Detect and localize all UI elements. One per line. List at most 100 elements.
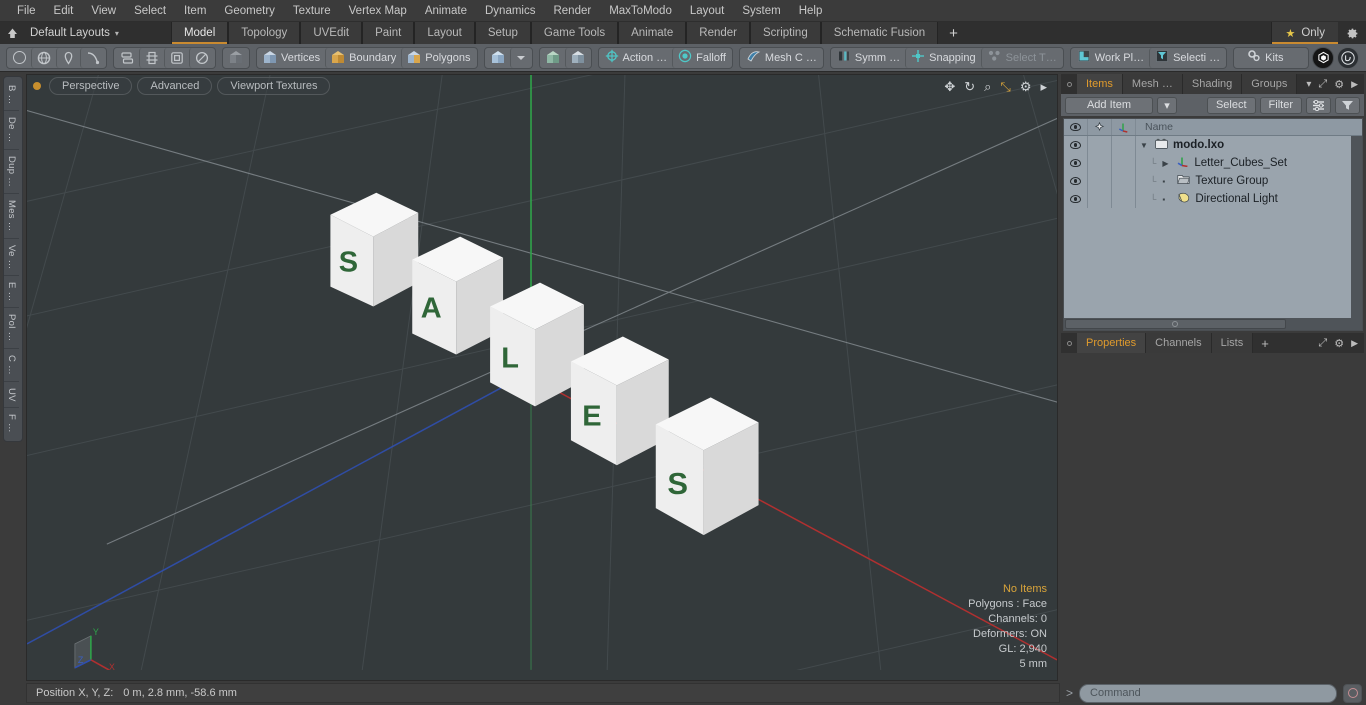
fit-icon[interactable]: ⤡ — [1000, 80, 1010, 93]
row-lock-cell[interactable] — [1088, 190, 1112, 208]
panel-tab-shading[interactable]: Shading — [1182, 74, 1243, 94]
selection-mode-polygons[interactable]: Polygons — [401, 47, 475, 68]
only-button[interactable]: ★ Only — [1271, 22, 1338, 44]
add-tab-button[interactable]: + — [938, 22, 969, 44]
vtab-duplicate[interactable]: Dup … — [4, 150, 19, 194]
vtab-mesh[interactable]: Mes … — [4, 194, 19, 239]
row-visibility-toggle[interactable] — [1064, 136, 1088, 154]
vtab-curve[interactable]: C … — [4, 349, 19, 382]
snapping-button[interactable]: Snapping — [905, 47, 981, 68]
panel-tab-properties[interactable]: Properties — [1077, 333, 1147, 353]
row-lock-cell[interactable] — [1088, 154, 1112, 172]
unity-icon[interactable] — [1312, 46, 1334, 69]
stack-icon[interactable] — [115, 48, 139, 68]
workplane-button[interactable]: Work Pl… — [1072, 48, 1149, 68]
add-panel-tab-button[interactable]: + — [1253, 333, 1277, 353]
tab-scripting[interactable]: Scripting — [749, 22, 821, 44]
pan-icon[interactable]: ✥ — [944, 80, 955, 93]
vtab-polygon[interactable]: Pol … — [4, 308, 19, 349]
cube-gray-icon[interactable] — [224, 48, 248, 68]
menu-item-geometry[interactable]: Geometry — [215, 2, 284, 20]
panel-tab-groups[interactable]: Groups — [1242, 74, 1298, 94]
menu-item-select[interactable]: Select — [125, 2, 175, 20]
tab-paint[interactable]: Paint — [362, 22, 415, 44]
gear-icon[interactable]: ⚙ — [1334, 337, 1344, 350]
gear-icon[interactable] — [1338, 22, 1366, 44]
vtab-vertex[interactable]: Ve … — [4, 239, 19, 276]
circle-icon[interactable] — [8, 48, 31, 68]
panel-tab-lists[interactable]: Lists — [1211, 333, 1254, 353]
selection-set-button[interactable]: Selecti … — [1149, 47, 1225, 68]
menu-item-animate[interactable]: Animate — [416, 2, 476, 20]
list-options-icon[interactable] — [1306, 96, 1331, 114]
item-tree-hscrollbar[interactable] — [1064, 318, 1362, 330]
vtab-basic[interactable]: B … — [4, 79, 19, 112]
row-name-cell[interactable]: ▼ modo.lxo — [1136, 138, 1362, 152]
tab-model[interactable]: Model — [170, 22, 229, 44]
viewport-menu-dot[interactable] — [33, 82, 41, 90]
tab-layout[interactable]: Layout — [414, 22, 475, 44]
menu-item-vertex-map[interactable]: Vertex Map — [340, 2, 416, 20]
record-icon[interactable] — [1343, 683, 1362, 703]
row-lock-cell[interactable] — [1088, 136, 1112, 154]
tab-topology[interactable]: Topology — [228, 22, 301, 44]
symmetry-button[interactable]: Symm … — [832, 48, 905, 68]
kits-button[interactable]: Kits — [1235, 48, 1307, 68]
pen-icon[interactable] — [56, 47, 80, 68]
tab-setup[interactable]: Setup — [474, 22, 531, 44]
panel-menu-dot[interactable] — [1061, 74, 1077, 94]
play-icon[interactable]: ▶ — [1351, 338, 1358, 349]
table-row[interactable]: └ ▶ Letter_Cubes_Set — [1064, 154, 1362, 172]
table-row[interactable]: └ ▪ Directional Light — [1064, 190, 1362, 208]
zoom-icon[interactable]: ⌕ — [984, 80, 991, 93]
menu-item-help[interactable]: Help — [790, 2, 832, 20]
panel-tab-mesh[interactable]: Mesh … — [1122, 74, 1183, 94]
vtab-fusion[interactable]: F … — [4, 408, 19, 439]
tab-schematic-fusion[interactable]: Schematic Fusion — [820, 22, 939, 44]
row-name-cell[interactable]: └ ▶ Letter_Cubes_Set — [1136, 156, 1362, 170]
add-item-dropdown-icon[interactable]: ▾ — [1156, 96, 1177, 114]
menu-item-dynamics[interactable]: Dynamics — [476, 2, 544, 20]
cube-scale-icon[interactable] — [564, 47, 590, 68]
menu-item-edit[interactable]: Edit — [45, 2, 83, 20]
row-transform-cell[interactable] — [1112, 172, 1136, 190]
menu-item-system[interactable]: System — [733, 2, 789, 20]
menu-item-maxtomodo[interactable]: MaxToModo — [600, 2, 681, 20]
tab-uvedit[interactable]: UVEdit — [300, 22, 363, 44]
rotate-icon[interactable]: ↻ — [964, 80, 975, 93]
tab-game-tools[interactable]: Game Tools — [530, 22, 619, 44]
panel-menu-dot[interactable] — [1061, 333, 1077, 353]
play-icon[interactable]: ▸ — [1040, 80, 1047, 93]
row-lock-cell[interactable] — [1088, 172, 1112, 190]
menu-item-view[interactable]: View — [82, 2, 125, 20]
vtab-edge[interactable]: E … — [4, 276, 19, 309]
panel-tab-channels[interactable]: Channels — [1146, 333, 1212, 353]
home-icon[interactable] — [0, 22, 24, 44]
funnel-icon[interactable] — [1335, 96, 1360, 114]
vtab-deform[interactable]: De … — [4, 111, 19, 150]
menu-item-texture[interactable]: Texture — [284, 2, 340, 20]
scroll-thumb[interactable] — [1065, 319, 1286, 329]
vtab-uv[interactable]: UV — [4, 382, 19, 409]
gear-icon[interactable]: ⚙ — [1020, 80, 1032, 93]
add-item-button[interactable]: Add Item — [1065, 96, 1153, 114]
globe-icon[interactable] — [31, 47, 56, 68]
cube-blue-icon[interactable] — [486, 48, 510, 68]
select-button[interactable]: Select — [1206, 96, 1256, 114]
row-transform-cell[interactable] — [1112, 136, 1136, 154]
chevron-down-icon[interactable] — [509, 47, 531, 68]
curve-icon[interactable] — [80, 47, 105, 68]
play-icon[interactable]: ▶ — [1351, 79, 1358, 90]
twisty-icon[interactable]: ▼ — [1140, 141, 1150, 150]
row-transform-cell[interactable] — [1112, 154, 1136, 172]
row-name-cell[interactable]: └ ▪ Directional Light — [1136, 192, 1362, 206]
row-visibility-toggle[interactable] — [1064, 190, 1088, 208]
action-center-button[interactable]: Action … — [600, 48, 673, 68]
viewport-textures[interactable]: Viewport Textures — [217, 77, 331, 95]
panel-tab-items[interactable]: Items — [1077, 74, 1123, 94]
menu-item-item[interactable]: Item — [175, 2, 215, 20]
table-row[interactable]: └ ▪ Texture Group — [1064, 172, 1362, 190]
tab-animate[interactable]: Animate — [618, 22, 687, 44]
expand-icon[interactable]: ⤢ — [1318, 337, 1327, 350]
perspective-viewport[interactable]: S A L E S Y Z X Perspective Advanced Vie… — [26, 74, 1058, 681]
